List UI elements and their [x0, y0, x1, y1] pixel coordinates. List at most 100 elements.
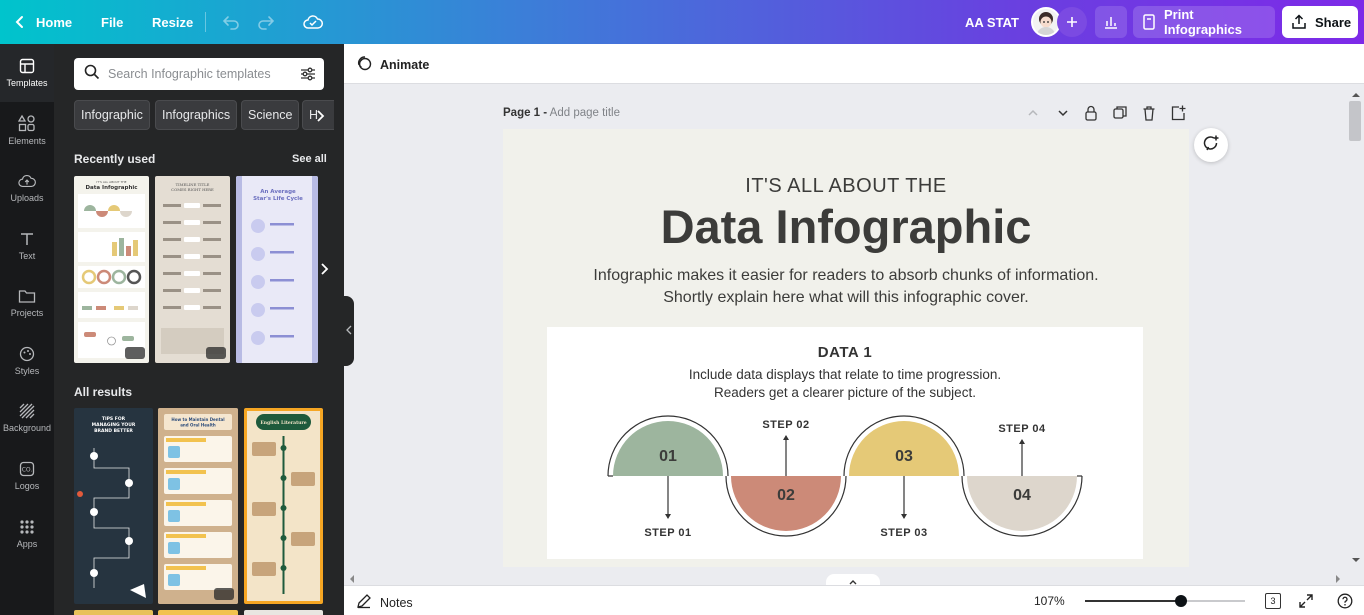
data-card[interactable]: DATA 1 Include data displays that relate…: [547, 327, 1143, 559]
undo-icon: [222, 14, 240, 30]
lock-icon[interactable]: [1083, 104, 1099, 127]
redo-button[interactable]: [257, 0, 275, 44]
zoom-slider[interactable]: [1085, 595, 1245, 607]
chevron-up-icon[interactable]: [1025, 104, 1041, 127]
step-label: STEP 02: [762, 419, 809, 431]
step-number: 01: [659, 448, 677, 465]
vertical-scrollbar[interactable]: [1348, 84, 1364, 567]
template-thumbnail[interactable]: IT'S ALL ABOUT THE Data Infographic: [74, 176, 149, 363]
svg-text:MANAGING YOUR: MANAGING YOUR: [92, 422, 136, 428]
design-subtitle-line: Shortly explain here what will this info…: [663, 289, 1029, 306]
insights-button[interactable]: [1095, 6, 1127, 38]
chip-infographics[interactable]: Infographics: [155, 100, 238, 130]
rail-item-background[interactable]: Background: [0, 389, 54, 447]
templates-panel: Infographic Infographics Science H Recen…: [54, 44, 344, 615]
rail-item-elements[interactable]: Elements: [0, 101, 54, 159]
search-input[interactable]: [108, 67, 288, 81]
page-title-bar[interactable]: Page 1 - Add page title: [503, 107, 620, 119]
collapse-panel-button[interactable]: [344, 296, 354, 366]
filter-icon[interactable]: [300, 66, 316, 87]
step-label: STEP 01: [644, 527, 691, 539]
project-name[interactable]: AA STAT: [965, 0, 1019, 44]
rail-item-logos[interactable]: CO. Logos: [0, 447, 54, 505]
duplicate-icon[interactable]: [1112, 104, 1128, 127]
suggestion-chips: Infographic Infographics Science H: [74, 100, 334, 130]
file-menu-button[interactable]: File: [101, 0, 123, 44]
svg-text:How to Maintain Dental: How to Maintain Dental: [171, 417, 225, 422]
fullscreen-icon[interactable]: [1298, 593, 1314, 614]
left-rail: Templates Elements Uploads Text Projects…: [0, 44, 54, 615]
search-box[interactable]: [74, 58, 324, 90]
chip-science[interactable]: Science: [241, 100, 300, 130]
scroll-down-icon[interactable]: [1351, 551, 1361, 569]
animate-button[interactable]: Animate: [356, 55, 429, 74]
background-icon: [19, 403, 35, 419]
templates-icon: [19, 58, 35, 74]
add-page-title[interactable]: Add page title: [550, 107, 620, 119]
notes-label: Notes: [380, 595, 413, 610]
step-arrowhead: [1019, 439, 1025, 444]
editor-toolbar: Animate: [344, 44, 1364, 84]
design-subtitle[interactable]: Infographic makes it easier for readers …: [503, 265, 1189, 309]
design-title[interactable]: Data Infographic: [503, 199, 1189, 254]
redo-icon: [257, 14, 275, 30]
step-number: 03: [895, 448, 913, 465]
rail-label: Apps: [16, 539, 38, 549]
template-thumbnail[interactable]: TIPS FOR MANAGING YOUR BRAND BETTER: [74, 408, 153, 604]
template-thumbnail[interactable]: English Literature: [244, 408, 323, 604]
rail-item-apps[interactable]: Apps: [0, 505, 54, 563]
chevron-right-icon[interactable]: [310, 106, 330, 131]
add-collaborator-button[interactable]: [1057, 7, 1087, 37]
comment-button[interactable]: [1194, 128, 1228, 162]
cloud-check-icon: [303, 14, 323, 30]
template-preview-image: IT'S ALL ABOUT THE Data Infographic: [78, 180, 145, 358]
share-label: Share: [1315, 14, 1352, 30]
rail-item-templates[interactable]: Templates: [0, 44, 54, 102]
chevron-left-icon: [346, 322, 352, 340]
share-button[interactable]: Share: [1282, 6, 1358, 38]
template-thumbnail[interactable]: An Average Star's Life Cycle: [236, 176, 318, 363]
rail-label: Projects: [10, 308, 44, 318]
help-icon[interactable]: [1337, 593, 1353, 614]
rail-item-text[interactable]: Text: [0, 217, 54, 275]
bar-chart-icon: [1103, 14, 1119, 30]
zoom-slider-handle[interactable]: [1175, 595, 1187, 607]
top-bar: Home File Resize AA STAT Print Infograph…: [0, 0, 1364, 44]
svg-text:BRAND BETTER: BRAND BETTER: [94, 428, 133, 434]
template-thumbnail[interactable]: [74, 610, 153, 615]
rail-item-styles[interactable]: Styles: [0, 332, 54, 390]
notes-icon: [356, 593, 372, 612]
zoom-level[interactable]: 107%: [1034, 594, 1065, 608]
premium-badge-icon: [206, 347, 226, 359]
design-subtitle-line: Infographic makes it easier for readers …: [593, 267, 1099, 284]
projects-icon: [18, 288, 36, 304]
svg-text:English Literature: English Literature: [260, 420, 306, 426]
rail-label: Logos: [14, 481, 40, 491]
page-number: Page 1 -: [503, 107, 548, 119]
print-infographics-button[interactable]: Print Infographics: [1133, 6, 1275, 38]
template-thumbnail[interactable]: [244, 610, 323, 615]
rail-item-projects[interactable]: Projects: [0, 274, 54, 332]
scrollbar-thumb[interactable]: [1349, 101, 1361, 141]
see-all-link[interactable]: See all: [292, 153, 327, 165]
chip-infographic[interactable]: Infographic: [74, 100, 150, 130]
template-thumbnail[interactable]: How to Maintain Dental and Oral Health: [158, 408, 238, 604]
template-thumbnail[interactable]: TIMELINE TITLE COMES RIGHT HERE: [155, 176, 230, 363]
design-canvas[interactable]: IT'S ALL ABOUT THE Data Infographic Info…: [503, 129, 1189, 567]
carousel-next-icon[interactable]: [316, 261, 332, 282]
notes-button[interactable]: Notes: [356, 593, 413, 612]
template-thumbnail[interactable]: [158, 610, 238, 615]
undo-button[interactable]: [222, 0, 240, 44]
save-status-button[interactable]: [303, 0, 323, 44]
page-count-button[interactable]: 3: [1265, 593, 1281, 609]
plus-icon: [1066, 16, 1078, 28]
rail-item-uploads[interactable]: Uploads: [0, 159, 54, 217]
rail-label: Background: [2, 423, 52, 433]
home-button[interactable]: Home: [14, 0, 72, 44]
svg-text:Data Infographic: Data Infographic: [85, 185, 137, 191]
design-kicker[interactable]: IT'S ALL ABOUT THE: [503, 175, 1189, 198]
add-page-icon[interactable]: [1170, 104, 1186, 127]
chevron-down-icon[interactable]: [1055, 104, 1071, 127]
resize-button[interactable]: Resize: [152, 0, 193, 44]
trash-icon[interactable]: [1141, 104, 1157, 127]
